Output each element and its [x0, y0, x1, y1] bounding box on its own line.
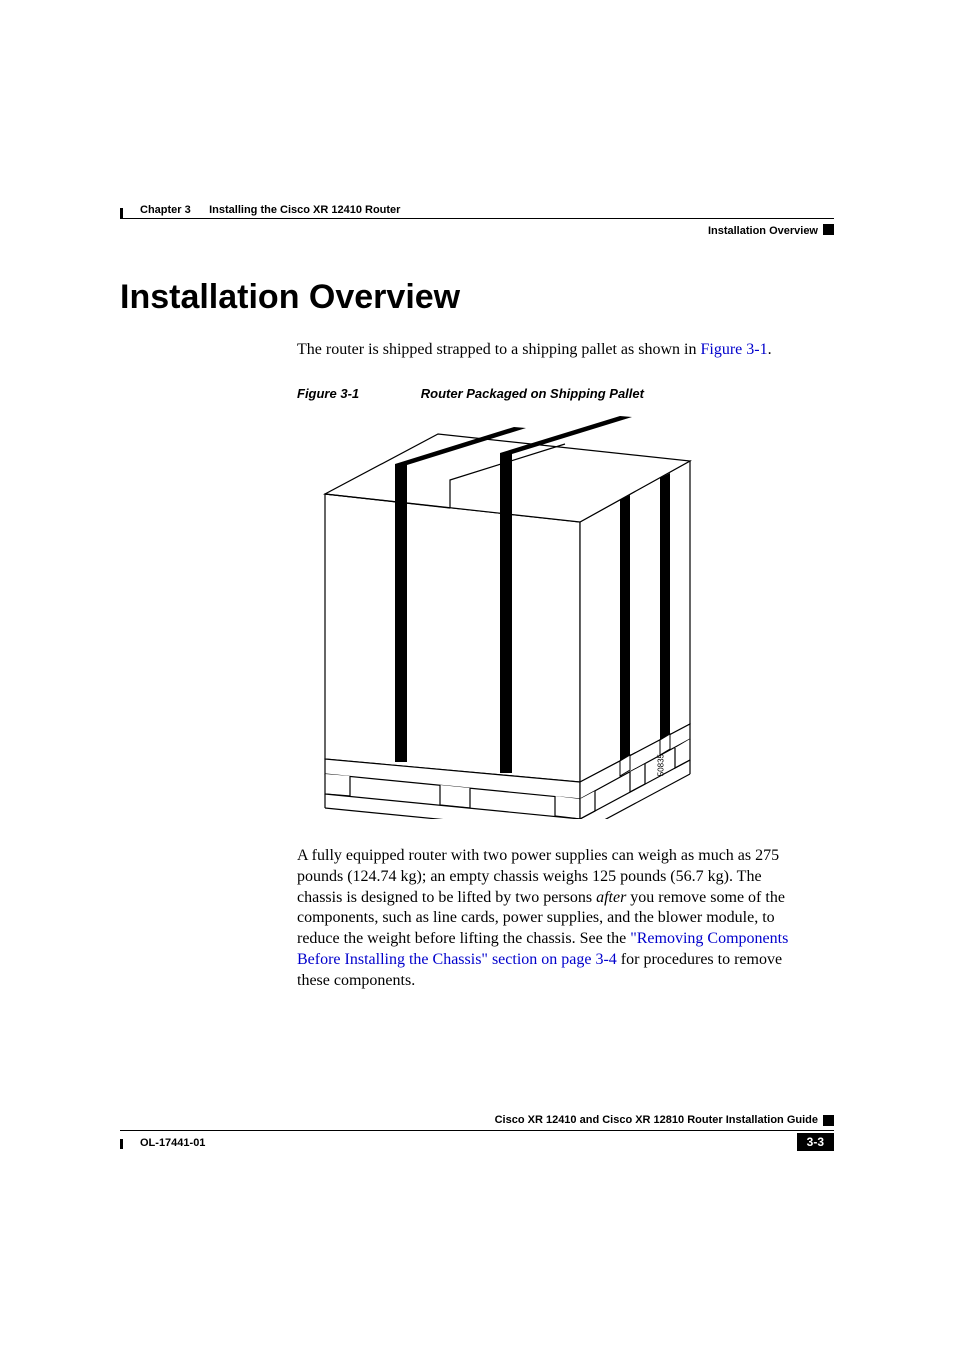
chapter-header: Chapter 3 Installing the Cisco XR 12410 … — [140, 204, 400, 216]
figure-pallet-illustration: 50835 — [320, 404, 700, 819]
figure-caption: Figure 3-1 Router Packaged on Shipping P… — [297, 386, 644, 401]
page-title: Installation Overview — [120, 278, 460, 317]
footer-tick-left — [120, 1139, 123, 1149]
intro-paragraph: The router is shipped strapped to a ship… — [297, 340, 794, 361]
header-marker-icon — [823, 224, 834, 235]
body-paragraph: A fully equipped router with two power s… — [297, 846, 794, 992]
chapter-title: Installing the Cisco XR 12410 Router — [209, 204, 400, 216]
figure-number: Figure 3-1 — [297, 386, 359, 401]
section-header: Installation Overview — [708, 225, 818, 237]
intro-text-2: . — [768, 341, 772, 358]
header-tick-left — [120, 208, 123, 218]
chapter-number: Chapter 3 — [140, 204, 191, 216]
page-number: 3-3 — [797, 1133, 834, 1151]
footer-divider — [120, 1130, 834, 1131]
body-italic: after — [596, 889, 626, 906]
figure-drawing-id: 50835 — [656, 754, 665, 776]
pallet-box-svg — [320, 404, 700, 819]
intro-text-1: The router is shipped strapped to a ship… — [297, 341, 700, 358]
page-container: Chapter 3 Installing the Cisco XR 12410 … — [0, 0, 954, 1351]
footer-guide-title: Cisco XR 12410 and Cisco XR 12810 Router… — [495, 1114, 818, 1126]
figure-title: Router Packaged on Shipping Pallet — [421, 386, 644, 401]
document-number: OL-17441-01 — [140, 1137, 205, 1149]
figure-reference-link[interactable]: Figure 3-1 — [700, 341, 767, 358]
header-divider — [120, 218, 834, 219]
footer-marker-icon — [823, 1115, 834, 1126]
